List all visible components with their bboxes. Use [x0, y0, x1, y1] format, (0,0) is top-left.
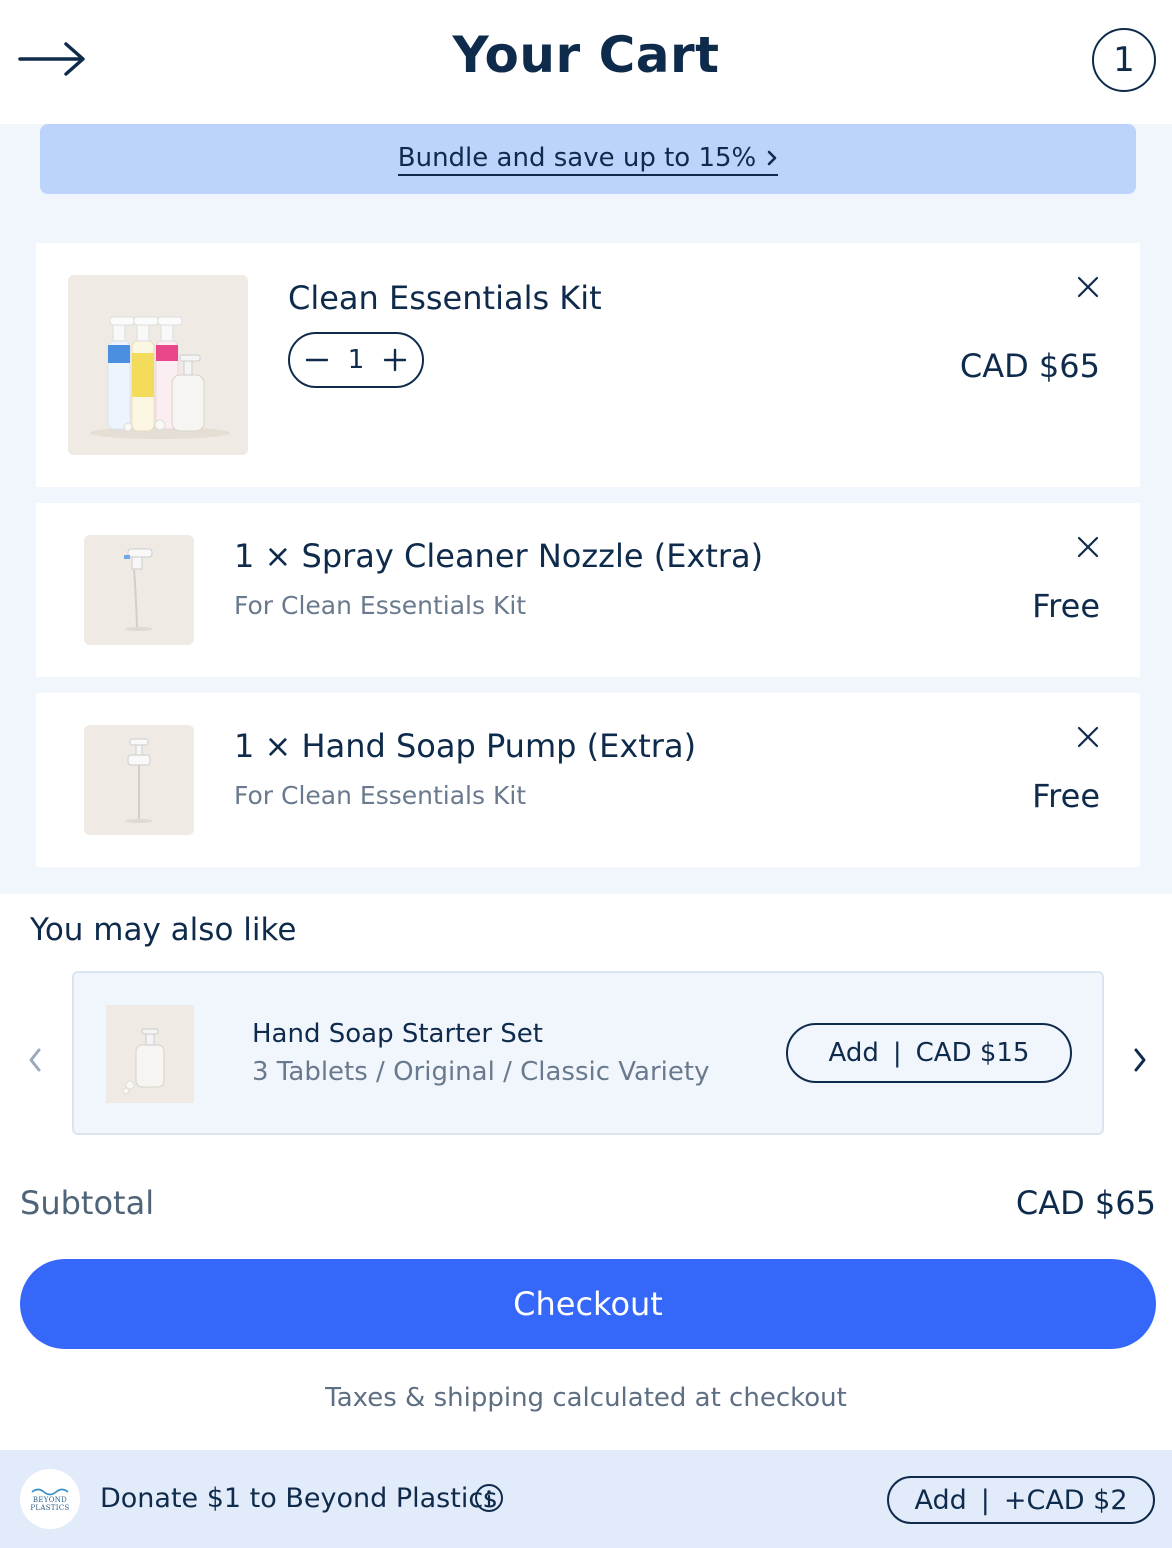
wave-icon	[31, 1488, 69, 1496]
promo-banner: Bundle and save up to 15%	[40, 124, 1136, 194]
product-image	[84, 725, 194, 835]
donate-price: +CAD $2	[1003, 1484, 1128, 1516]
chevron-left-icon[interactable]	[26, 1046, 44, 1074]
recommendations-heading: You may also like	[30, 912, 297, 948]
promo-label: Bundle and save up to 15%	[397, 142, 757, 173]
add-label: Add	[914, 1484, 967, 1516]
add-recommendation-button[interactable]: Add | CAD $15	[786, 1023, 1072, 1083]
item-price: CAD $65	[959, 347, 1100, 385]
donate-add-button[interactable]: Add | +CAD $2	[887, 1476, 1155, 1524]
separator: |	[892, 1038, 902, 1068]
cart-item: Clean Essentials Kit 1 CAD $65	[36, 243, 1140, 487]
page-title: Your Cart	[452, 26, 720, 84]
item-name[interactable]: Clean Essentials Kit	[288, 279, 602, 317]
beyond-plastics-logo: BEYOND PLASTICS	[20, 1469, 80, 1529]
donate-text: Donate $1 to Beyond Plastics	[100, 1483, 498, 1514]
item-price: Free	[1032, 587, 1100, 625]
recommendation-variant: 3 Tablets / Original / Classic Variety	[252, 1057, 710, 1087]
bundle-promo-link[interactable]: Bundle and save up to 15%	[397, 142, 779, 176]
info-icon[interactable]	[474, 1483, 504, 1513]
item-subtitle: For Clean Essentials Kit	[234, 781, 527, 810]
plus-icon[interactable]	[382, 347, 408, 373]
minus-icon[interactable]	[304, 347, 330, 373]
tax-note: Taxes & shipping calculated at checkout	[325, 1383, 847, 1413]
subtotal-value: CAD $65	[1015, 1184, 1156, 1222]
item-name[interactable]: 1 × Spray Cleaner Nozzle (Extra)	[234, 537, 763, 575]
recommendation-name[interactable]: Hand Soap Starter Set	[252, 1019, 543, 1049]
product-image	[106, 1005, 194, 1103]
chevron-right-icon	[767, 150, 777, 165]
close-icon[interactable]	[1076, 275, 1100, 299]
quantity-value[interactable]: 1	[348, 345, 365, 375]
recommendation-card: Hand Soap Starter Set 3 Tablets / Origin…	[72, 971, 1104, 1135]
separator: |	[980, 1484, 990, 1516]
cart-header: Your Cart 1	[0, 0, 1172, 124]
donate-bar: BEYOND PLASTICS Donate $1 to Beyond Plas…	[0, 1450, 1172, 1548]
item-subtitle: For Clean Essentials Kit	[234, 591, 527, 620]
checkout-button[interactable]: Checkout	[20, 1259, 1156, 1349]
cart-items-section: Bundle and save up to 15% Clean Essentia…	[0, 124, 1172, 894]
cart-count-badge: 1	[1092, 28, 1156, 92]
close-icon[interactable]	[1076, 535, 1100, 559]
item-price: Free	[1032, 777, 1100, 815]
quantity-stepper: 1	[288, 332, 424, 388]
cart-item: 1 × Spray Cleaner Nozzle (Extra) For Cle…	[36, 503, 1140, 677]
subtotal-label: Subtotal	[20, 1184, 155, 1222]
cart-item: 1 × Hand Soap Pump (Extra) For Clean Ess…	[36, 693, 1140, 867]
add-label: Add	[828, 1038, 879, 1068]
product-image	[84, 535, 194, 645]
product-image	[68, 275, 248, 455]
close-icon[interactable]	[1076, 725, 1100, 749]
item-name[interactable]: 1 × Hand Soap Pump (Extra)	[234, 727, 696, 765]
chevron-right-icon[interactable]	[1131, 1046, 1149, 1074]
add-price: CAD $15	[915, 1038, 1030, 1068]
